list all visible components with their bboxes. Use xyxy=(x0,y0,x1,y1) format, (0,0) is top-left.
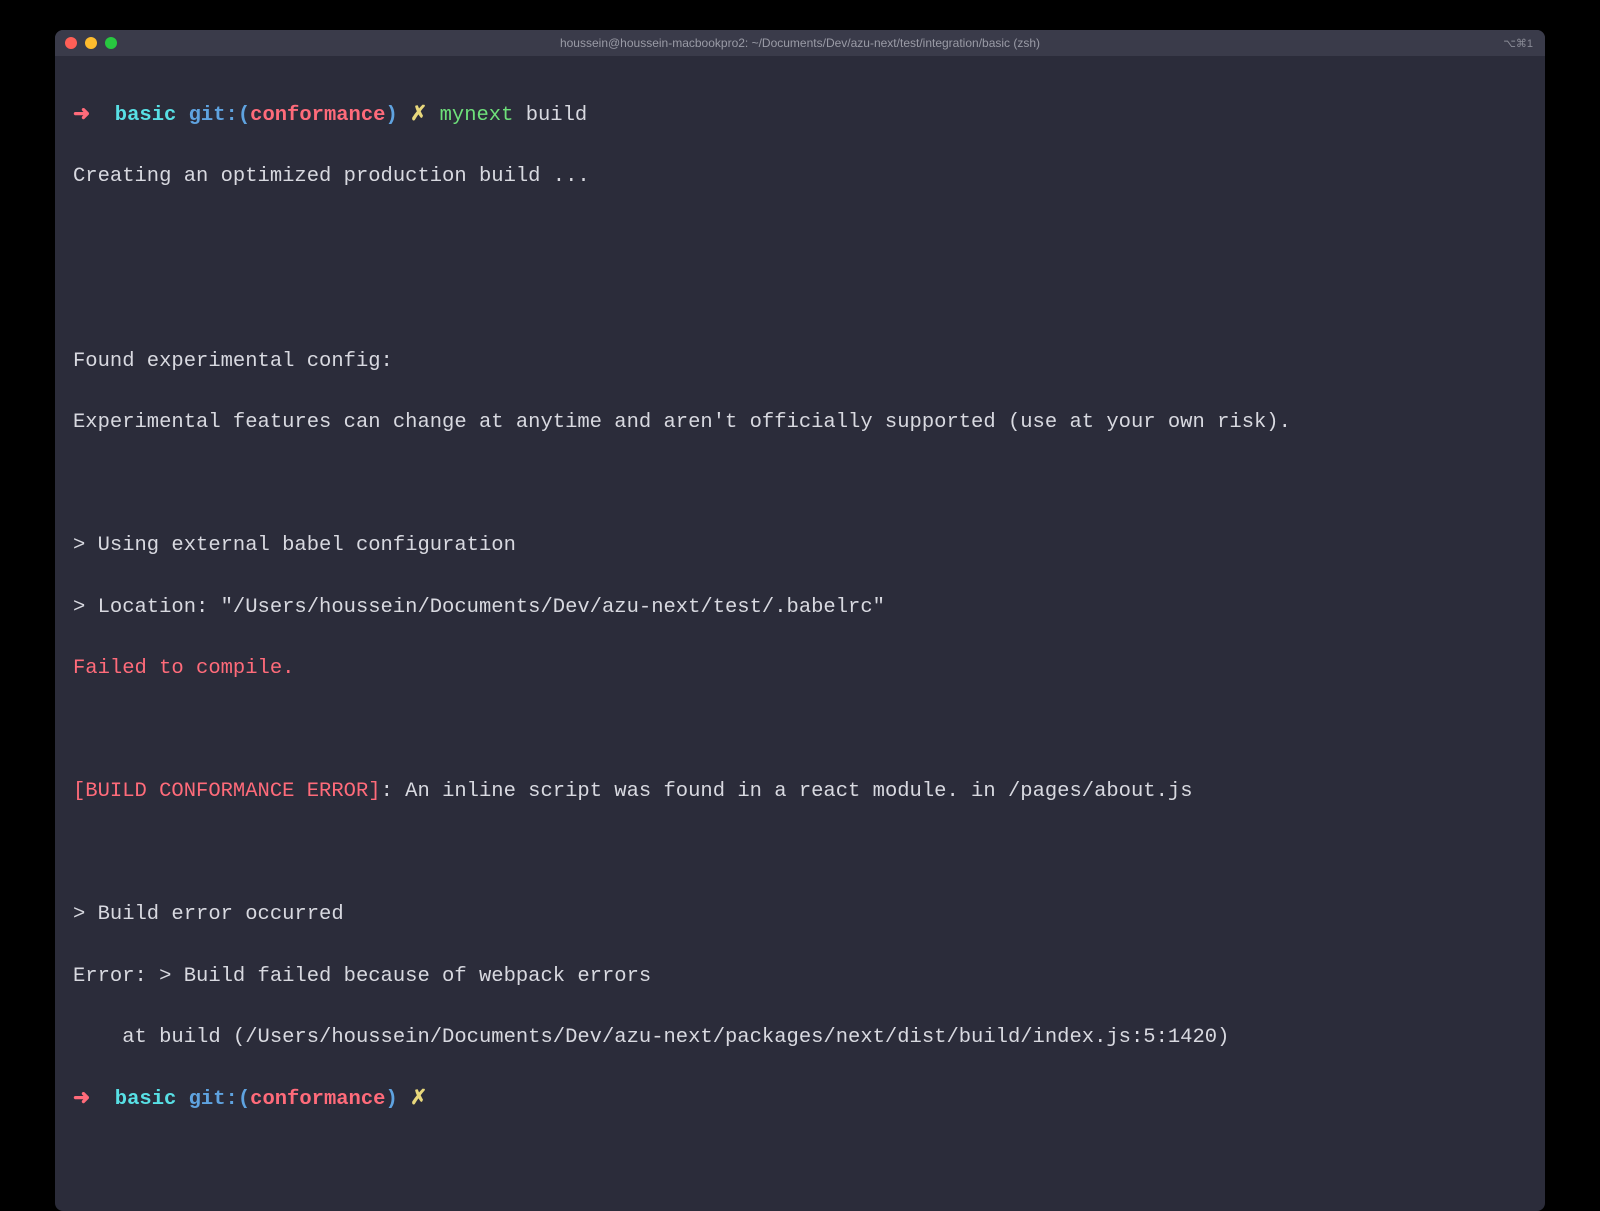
output-line: > Location: "/Users/houssein/Documents/D… xyxy=(73,593,1527,624)
output-line: > Using external babel configuration xyxy=(73,531,1527,562)
output-line: Error: > Build failed because of webpack… xyxy=(73,962,1527,993)
prompt-directory: basic xyxy=(115,1088,177,1111)
terminal-window: houssein@houssein-macbookpro2: ~/Documen… xyxy=(55,30,1545,1211)
prompt-line-2: ➜ basic git:(conformance) ✗ xyxy=(73,1085,1527,1116)
output-line: > Build error occurred xyxy=(73,900,1527,931)
prompt-dirty-icon: ✗ xyxy=(410,1088,427,1111)
output-line: Creating an optimized production build .… xyxy=(73,162,1527,193)
prompt-git-close: ) xyxy=(385,1088,397,1111)
prompt-branch: conformance xyxy=(250,1088,385,1111)
prompt-git-label: git:( xyxy=(189,1088,251,1111)
prompt-git-close: ) xyxy=(385,104,397,127)
error-line: Failed to compile. xyxy=(73,654,1527,685)
prompt-dirty-icon: ✗ xyxy=(410,104,427,127)
prompt-git-label: git:( xyxy=(189,104,251,127)
blank-line xyxy=(73,839,1527,870)
prompt-branch: conformance xyxy=(250,104,385,127)
traffic-lights xyxy=(65,37,117,49)
terminal-body[interactable]: ➜ basic git:(conformance) ✗ mynext build… xyxy=(55,56,1545,1211)
blank-line xyxy=(73,285,1527,316)
maximize-button[interactable] xyxy=(105,37,117,49)
prompt-directory: basic xyxy=(115,104,177,127)
output-line: Found experimental config: xyxy=(73,347,1527,378)
window-title: houssein@houssein-macbookpro2: ~/Documen… xyxy=(560,36,1040,50)
window-pane-indicator: ⌥⌘1 xyxy=(1503,37,1533,50)
prompt-line-1: ➜ basic git:(conformance) ✗ mynext build xyxy=(73,101,1527,132)
output-line: at build (/Users/houssein/Documents/Dev/… xyxy=(73,1023,1527,1054)
minimize-button[interactable] xyxy=(85,37,97,49)
blank-line xyxy=(73,716,1527,747)
conformance-error-line: [BUILD CONFORMANCE ERROR]: An inline scr… xyxy=(73,777,1527,808)
prompt-arrow-icon: ➜ xyxy=(73,1088,90,1111)
output-line: Experimental features can change at anyt… xyxy=(73,408,1527,439)
command-name: mynext xyxy=(440,104,514,127)
titlebar: houssein@houssein-macbookpro2: ~/Documen… xyxy=(55,30,1545,56)
error-tag: [BUILD CONFORMANCE ERROR] xyxy=(73,780,381,803)
blank-line xyxy=(73,224,1527,255)
close-button[interactable] xyxy=(65,37,77,49)
blank-line xyxy=(73,470,1527,501)
prompt-arrow-icon: ➜ xyxy=(73,104,90,127)
command-args: build xyxy=(513,104,587,127)
error-message: : An inline script was found in a react … xyxy=(381,780,1193,803)
